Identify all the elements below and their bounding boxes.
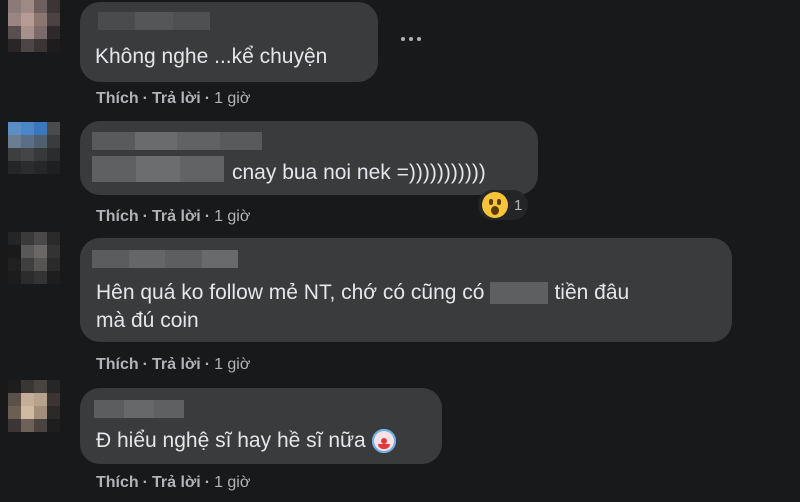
- reply-link[interactable]: Trả lời: [152, 90, 201, 107]
- clown-face-icon: [371, 429, 396, 454]
- comment-actions: Thích · Trả lời · 1 giờ: [96, 208, 250, 226]
- timestamp[interactable]: 1 giờ: [214, 90, 250, 107]
- separator: ·: [204, 208, 211, 225]
- like-link[interactable]: Thích: [96, 474, 139, 491]
- comment-text: Hên quá ko follow mẻ NT, chớ có cũng có t…: [96, 278, 629, 308]
- avatar[interactable]: [8, 232, 60, 284]
- comment-text: Không nghe ...kể chuyện: [95, 45, 328, 68]
- author-name-blurred[interactable]: [94, 400, 184, 418]
- separator: ·: [204, 474, 211, 491]
- comment-text-part: Hên quá ko follow mẻ NT, chớ có cũng có: [96, 281, 485, 304]
- comment-text: Đ hiểu nghệ sĩ hay hề sĩ nữa: [96, 426, 396, 456]
- comment-text-line2: mà đú coin: [96, 309, 199, 332]
- separator: ·: [204, 90, 211, 107]
- avatar[interactable]: [8, 122, 60, 174]
- timestamp[interactable]: 1 giờ: [214, 474, 250, 491]
- separator: ·: [142, 474, 148, 491]
- reply-link[interactable]: Trả lời: [152, 356, 201, 373]
- comment-actions: Thích · Trả lời · 1 giờ: [96, 356, 250, 374]
- comment-text-part: Đ hiểu nghệ sĩ hay hề sĩ nữa: [96, 429, 366, 452]
- reply-link[interactable]: Trả lời: [152, 208, 201, 225]
- more-options-icon[interactable]: [396, 28, 426, 50]
- wow-emoji-icon: [482, 192, 508, 218]
- author-name-blurred[interactable]: [92, 132, 262, 150]
- separator: ·: [142, 356, 148, 373]
- author-name-blurred[interactable]: [98, 12, 210, 30]
- comment-actions: Thích · Trả lời · 1 giờ: [96, 90, 250, 108]
- reaction-summary[interactable]: 1: [478, 190, 529, 220]
- reaction-count: 1: [514, 196, 523, 214]
- separator: ·: [204, 356, 211, 373]
- separator: ·: [142, 208, 148, 225]
- like-link[interactable]: Thích: [96, 90, 139, 107]
- comment-thread: Không nghe ...kể chuyện Thích · Trả lời · 1 …: [0, 0, 800, 502]
- avatar[interactable]: [8, 380, 60, 432]
- comment-actions: Thích · Trả lời · 1 giờ: [96, 474, 250, 492]
- like-link[interactable]: Thích: [96, 356, 139, 373]
- like-link[interactable]: Thích: [96, 208, 139, 225]
- timestamp[interactable]: 1 giờ: [214, 208, 250, 225]
- author-name-blurred[interactable]: [92, 250, 238, 268]
- avatar[interactable]: [8, 0, 60, 52]
- censored-word-blurred: [490, 282, 549, 305]
- comment-text: cnay bua noi nek =))))))))))): [232, 161, 486, 184]
- timestamp[interactable]: 1 giờ: [214, 356, 250, 373]
- comment-text-part: tiền đâu: [554, 281, 630, 304]
- reply-link[interactable]: Trả lời: [152, 474, 201, 491]
- comment-text-blurred: [92, 156, 224, 182]
- separator: ·: [142, 90, 148, 107]
